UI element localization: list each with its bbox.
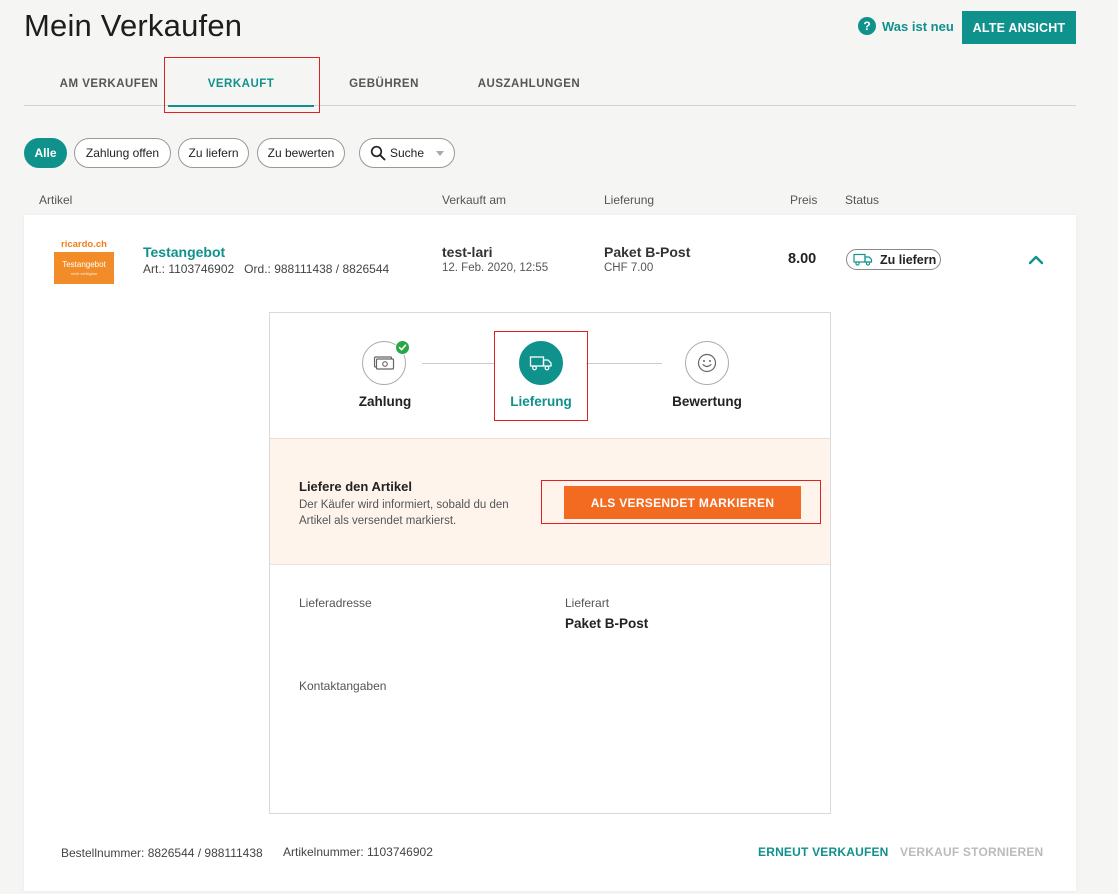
filter-chip-zu-liefern[interactable]: Zu liefern	[178, 138, 249, 168]
item-price: 8.00	[788, 251, 817, 267]
resell-button[interactable]: ERNEUT VERKAUFEN	[758, 845, 889, 859]
filter-chip-zahlung-offen[interactable]: Zahlung offen	[74, 138, 171, 168]
column-header-status: Status	[845, 193, 880, 207]
tab-bar: AM VERKAUFEN VERKAUFT GEBÜHREN AUSZAHLUN…	[24, 62, 1076, 107]
item-ids: Art.: 1103746902 Ord.: 988111438 / 88265…	[143, 262, 390, 276]
help-icon: ?	[858, 17, 876, 35]
filter-chip-zu-bewerten[interactable]: Zu bewerten	[257, 138, 345, 168]
cash-icon	[373, 356, 395, 370]
buyer-name: test-lari	[442, 244, 493, 260]
check-icon	[395, 340, 410, 355]
step-rating-label: Bewertung	[672, 394, 742, 409]
mark-as-shipped-button[interactable]: ALS VERSENDET MARKIEREN	[564, 486, 801, 519]
item-title-link[interactable]: Testangebot	[143, 244, 225, 260]
truck-icon	[529, 356, 552, 371]
contact-info-label: Kontaktangaben	[299, 679, 387, 693]
column-header-sold-on: Verkauft am	[442, 193, 507, 207]
status-label: Zu liefern	[880, 252, 937, 267]
truck-icon	[853, 253, 873, 266]
chevron-up-icon[interactable]	[1027, 252, 1045, 268]
column-header-price: Preis	[790, 193, 818, 207]
whats-new-label: Was ist neu	[882, 18, 954, 34]
sold-date: 12. Feb. 2020, 12:55	[442, 262, 549, 274]
column-header-delivery: Lieferung	[604, 193, 655, 207]
step-rating[interactable]	[685, 341, 729, 385]
shipping-type: Paket B-Post	[604, 244, 691, 260]
status-badge: Zu liefern	[846, 249, 941, 270]
tab-gebuehren[interactable]: GEBÜHREN	[344, 62, 424, 106]
delivery-address-label: Lieferadresse	[299, 596, 372, 610]
thumbnail-image: Testangebot nicht verfügbar	[54, 252, 114, 284]
article-number: Artikelnummer: 1103746902	[283, 845, 433, 859]
item-thumbnail[interactable]: ricardo.ch Testangebot nicht verfügbar	[54, 237, 114, 284]
step-delivery[interactable]	[519, 341, 563, 385]
chevron-down-icon	[436, 150, 445, 156]
action-title: Liefere den Artikel	[299, 479, 412, 494]
tab-auszahlungen[interactable]: AUSZAHLUNGEN	[474, 62, 584, 106]
step-delivery-label: Lieferung	[510, 394, 572, 409]
page-title: Mein Verkaufen	[24, 8, 243, 43]
search-label: Suche	[389, 146, 425, 160]
step-connector	[422, 363, 494, 364]
order-number: Bestellnummer: 8826544 / 988111438	[61, 846, 263, 860]
cancel-sale-button[interactable]: VERKAUF STORNIEREN	[900, 845, 1043, 859]
search-dropdown[interactable]: Suche	[359, 138, 455, 168]
thumbnail-text: Testangebot	[62, 260, 106, 269]
step-connector	[586, 363, 662, 364]
tab-verkauft[interactable]: VERKAUFT	[168, 62, 314, 107]
search-icon	[370, 145, 386, 161]
delivery-type-value: Paket B-Post	[565, 616, 649, 631]
smiley-icon	[697, 353, 717, 373]
old-view-button[interactable]: ALTE ANSICHT	[962, 11, 1076, 44]
step-payment-label: Zahlung	[358, 394, 412, 409]
thumbnail-subtext: nicht verfügbar	[70, 271, 98, 276]
delivery-type-label: Lieferart	[565, 596, 610, 610]
action-description: Der Käufer wird informiert, sobald du de…	[299, 499, 509, 527]
shipping-cost: CHF 7.00	[604, 262, 654, 274]
column-header-article: Artikel	[39, 193, 73, 207]
ricardo-logo: ricardo.ch	[61, 238, 107, 250]
filter-chip-alle[interactable]: Alle	[24, 138, 67, 168]
whats-new-link[interactable]: ? Was ist neu	[858, 17, 954, 35]
tab-am-verkaufen[interactable]: AM VERKAUFEN	[51, 62, 167, 106]
